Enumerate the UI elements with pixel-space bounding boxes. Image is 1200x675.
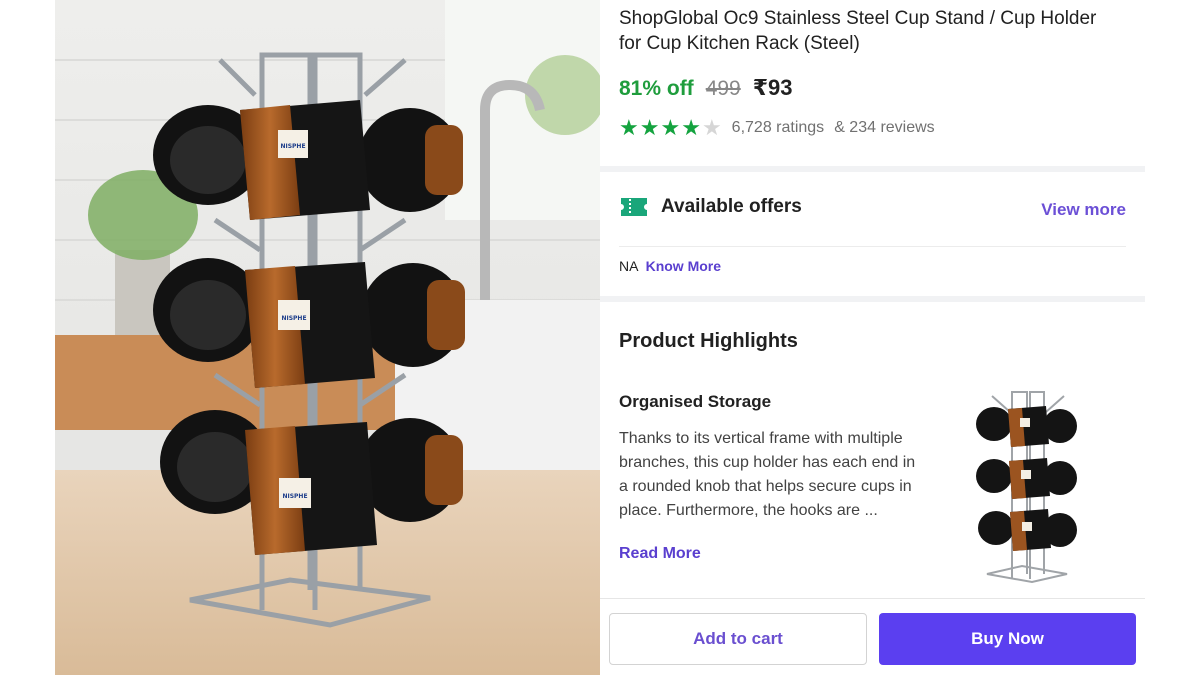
ratings-count: 6,728 ratings	[731, 119, 825, 136]
star-icon-empty: ★	[701, 115, 722, 140]
reviews-count: & 234 reviews	[834, 119, 935, 136]
ticket-icon	[621, 198, 647, 216]
highlight-subtitle: Organised Storage	[619, 392, 772, 411]
highlights-title: Product Highlights	[619, 330, 798, 352]
star-rating: ★ ★ ★ ★ ★	[619, 117, 722, 139]
product-image[interactable]: NISPHE NISPHE NISPHE	[55, 0, 600, 675]
offers-header: Available offers	[619, 196, 802, 218]
read-more-link[interactable]: Read More	[619, 545, 701, 563]
offer-item: NA Know More	[619, 258, 721, 274]
view-more-offers-link[interactable]: View more	[1041, 200, 1126, 220]
rating-row[interactable]: ★ ★ ★ ★ ★ 6,728 ratings & 234 reviews	[619, 117, 935, 139]
add-to-cart-button[interactable]: Add to cart	[609, 613, 867, 665]
star-icon: ★	[639, 115, 660, 140]
star-icon: ★	[681, 115, 701, 140]
mug-label: NISPHE	[280, 143, 305, 150]
mug-label: NISPHE	[281, 315, 306, 322]
star-icon: ★	[619, 115, 639, 140]
know-more-link[interactable]: Know More	[646, 258, 721, 274]
original-price: 499	[705, 77, 741, 100]
offers-title: Available offers	[661, 196, 802, 217]
product-highlights-section: Product Highlights Organised Storage Tha…	[600, 302, 1145, 598]
available-offers-section: Available offers View more NA Know More	[600, 172, 1145, 296]
product-details-panel: ShopGlobal Oc9 Stainless Steel Cup Stand…	[600, 0, 1145, 675]
buy-now-button[interactable]: Buy Now	[879, 613, 1136, 665]
product-title: ShopGlobal Oc9 Stainless Steel Cup Stand…	[619, 8, 1097, 54]
discount-percent: 81% off	[619, 77, 694, 100]
price-row: 81% off 499 ₹93	[619, 75, 793, 101]
offer-text: NA	[619, 258, 638, 274]
action-bar: Add to cart Buy Now	[600, 598, 1145, 675]
product-photo: NISPHE NISPHE NISPHE	[55, 0, 600, 675]
selling-price: ₹93	[752, 75, 793, 100]
mug-label: NISPHE	[282, 493, 307, 500]
highlight-description: Thanks to its vertical frame with multip…	[619, 430, 916, 519]
offers-divider	[619, 246, 1126, 247]
highlight-thumbnail	[976, 391, 1077, 584]
star-icon: ★	[660, 115, 681, 140]
